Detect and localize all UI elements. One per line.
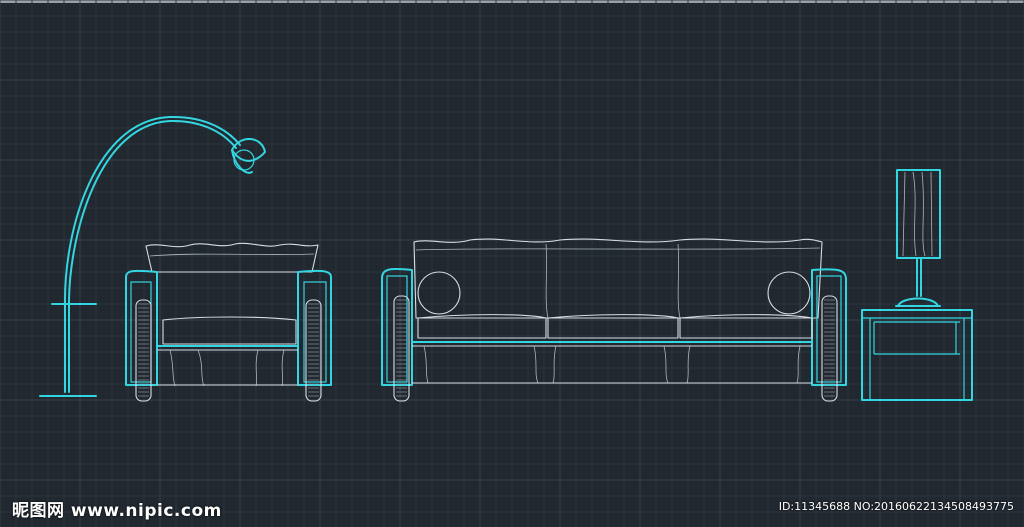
drawing-grid <box>0 0 1024 527</box>
floor-lamp-shade <box>231 138 266 162</box>
sofa-left-pillow <box>417 271 461 315</box>
floor-lamp-arc <box>63 115 241 305</box>
table-lamp <box>895 169 941 307</box>
side-table <box>861 309 973 401</box>
table-lamp-base <box>897 297 939 307</box>
armchair <box>125 242 332 402</box>
armchair-back-cushion <box>145 242 319 273</box>
image-id-watermark: ID:11345688 NO:20160622134508493775 <box>778 500 1014 513</box>
site-watermark: 昵图网 www.nipic.com <box>12 501 222 521</box>
sofa-back-cushions <box>413 238 823 319</box>
cad-canvas[interactable] <box>0 0 1024 527</box>
sofa-right-pillow <box>767 271 811 315</box>
armchair-seat-cushion <box>162 316 297 345</box>
